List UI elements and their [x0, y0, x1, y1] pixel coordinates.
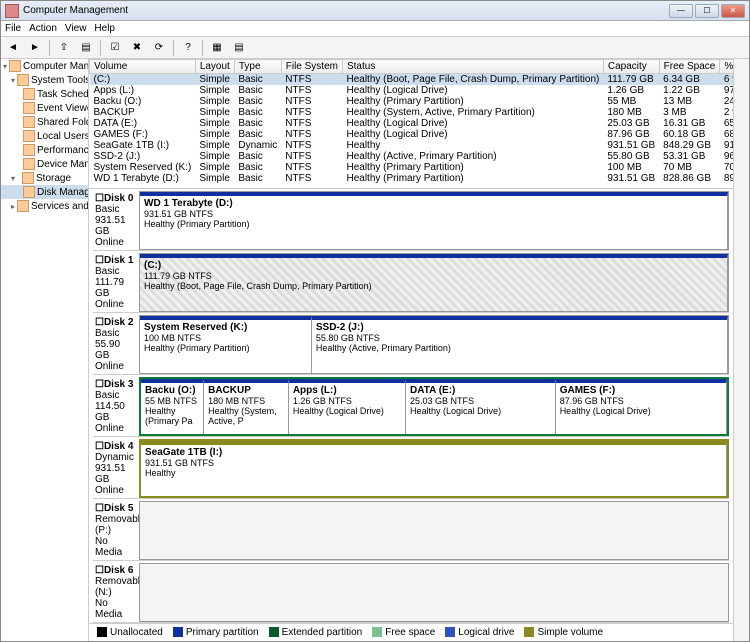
- rescan-icon[interactable]: ⟳: [149, 39, 169, 57]
- up-button[interactable]: ⇧: [54, 39, 74, 57]
- volume-row[interactable]: WD 1 Terabyte (D:)SimpleBasicNTFSHealthy…: [90, 173, 734, 184]
- volume-row[interactable]: BACKUPSimpleBasicNTFSHealthy (System, Ac…: [90, 107, 734, 118]
- partition[interactable]: BACKUP180 MB NTFSHealthy (System, Active…: [204, 379, 289, 434]
- menu-help[interactable]: Help: [94, 23, 115, 34]
- disk-info[interactable]: ☐Disk 4Dynamic931.51 GBOnline: [93, 439, 139, 498]
- column-header[interactable]: Free Space: [659, 60, 720, 74]
- legend-item: Free space: [372, 627, 435, 638]
- help-button[interactable]: ?: [178, 39, 198, 57]
- maximize-button[interactable]: ☐: [695, 4, 719, 18]
- column-header[interactable]: Volume: [90, 60, 196, 74]
- disk-info[interactable]: ☐Disk 6Removable (N:)No Media: [93, 563, 139, 622]
- menu-action[interactable]: Action: [29, 23, 57, 34]
- volume-row[interactable]: GAMES (F:)SimpleBasicNTFSHealthy (Logica…: [90, 129, 734, 140]
- disk-info[interactable]: ☐Disk 1Basic111.79 GBOnline: [93, 253, 139, 312]
- legend-item: Logical drive: [445, 627, 514, 638]
- partition[interactable]: WD 1 Terabyte (D:)931.51 GB NTFSHealthy …: [140, 192, 728, 249]
- disk-info[interactable]: ☐Disk 2Basic55.90 GBOnline: [93, 315, 139, 374]
- disk-info[interactable]: ☐Disk 0Basic931.51 GBOnline: [93, 191, 139, 250]
- delete-icon[interactable]: ✖: [127, 39, 147, 57]
- window-title: Computer Management: [23, 5, 669, 16]
- disk-info[interactable]: ☐Disk 5Removable (P:)No Media: [93, 501, 139, 560]
- titlebar: Computer Management — ☐ ✕: [1, 1, 749, 21]
- menubar: File Action View Help: [1, 21, 749, 37]
- volume-row[interactable]: DATA (E:)SimpleBasicNTFSHealthy (Logical…: [90, 118, 734, 129]
- volume-row[interactable]: SeaGate 1TB (I:)SimpleDynamicNTFSHealthy…: [90, 140, 734, 151]
- column-header[interactable]: File System: [281, 60, 342, 74]
- forward-button[interactable]: ►: [25, 39, 45, 57]
- tree-item[interactable]: Local Users and Groups: [1, 129, 88, 143]
- partition[interactable]: SeaGate 1TB (I:)931.51 GB NTFSHealthy: [141, 441, 727, 496]
- column-header[interactable]: Status: [342, 60, 603, 74]
- column-header[interactable]: % Free: [720, 60, 733, 74]
- legend-item: Extended partition: [269, 627, 363, 638]
- column-header[interactable]: Capacity: [603, 60, 659, 74]
- close-button[interactable]: ✕: [721, 4, 745, 18]
- partition[interactable]: (C:)111.79 GB NTFSHealthy (Boot, Page Fi…: [140, 254, 728, 311]
- tree-item[interactable]: Event Viewer: [1, 101, 88, 115]
- navigation-tree[interactable]: ▾Computer Management (Local) ▾System Too…: [1, 59, 89, 641]
- partition[interactable]: GAMES (F:)87.96 GB NTFSHealthy (Logical …: [556, 379, 727, 434]
- show-hide-tree-button[interactable]: ▤: [76, 39, 96, 57]
- volume-row[interactable]: System Reserved (K:)SimpleBasicNTFSHealt…: [90, 162, 734, 173]
- back-button[interactable]: ◄: [3, 39, 23, 57]
- legend-item: Simple volume: [524, 627, 603, 638]
- tree-item[interactable]: Shared Folders: [1, 115, 88, 129]
- partition[interactable]: Backu (O:)55 MB NTFSHealthy (Primary Pa: [141, 379, 204, 434]
- disk-graphical-view[interactable]: ☐Disk 0Basic931.51 GBOnlineWD 1 Terabyte…: [89, 189, 733, 623]
- window-controls: — ☐ ✕: [669, 4, 745, 18]
- volume-row[interactable]: Backu (O:)SimpleBasicNTFSHealthy (Primar…: [90, 96, 734, 107]
- disk-info[interactable]: ☐Disk 3Basic114.50 GBOnline: [93, 377, 139, 436]
- partition[interactable]: System Reserved (K:)100 MB NTFSHealthy (…: [140, 316, 312, 373]
- column-header[interactable]: Type: [234, 60, 281, 74]
- app-icon: [5, 4, 19, 18]
- volume-row[interactable]: (C:)SimpleBasicNTFSHealthy (Boot, Page F…: [90, 74, 734, 86]
- legend: Unallocated Primary partition Extended par…: [89, 623, 733, 641]
- legend-item: Unallocated: [97, 627, 163, 638]
- volume-list[interactable]: VolumeLayoutTypeFile SystemStatusCapacit…: [89, 59, 733, 189]
- partition[interactable]: SSD-2 (J:)55.80 GB NTFSHealthy (Active, …: [312, 316, 728, 373]
- tree-item[interactable]: ▾Storage: [1, 171, 88, 185]
- properties-icon[interactable]: ☑: [105, 39, 125, 57]
- minimize-button[interactable]: —: [669, 4, 693, 18]
- tree-item[interactable]: ▾System Tools: [1, 73, 88, 87]
- column-header[interactable]: Layout: [195, 60, 234, 74]
- legend-item: Primary partition: [173, 627, 259, 638]
- view-list-icon[interactable]: ▦: [207, 39, 227, 57]
- partition[interactable]: Apps (L:)1.26 GB NTFSHealthy (Logical Dr…: [289, 379, 406, 434]
- tree-item[interactable]: Device Manager: [1, 157, 88, 171]
- actions-pane-stub: [733, 59, 749, 641]
- tree-item[interactable]: ▸Services and Applications: [1, 199, 88, 213]
- partition[interactable]: DATA (E:)25.03 GB NTFSHealthy (Logical D…: [406, 379, 556, 434]
- menu-view[interactable]: View: [65, 23, 87, 34]
- tree-item[interactable]: Performance: [1, 143, 88, 157]
- volume-row[interactable]: SSD-2 (J:)SimpleBasicNTFSHealthy (Active…: [90, 151, 734, 162]
- menu-file[interactable]: File: [5, 23, 21, 34]
- tree-item[interactable]: Disk Management: [1, 185, 88, 199]
- toolbar: ◄ ► ⇧ ▤ ☑ ✖ ⟳ ? ▦ ▤: [1, 37, 749, 59]
- tree-root[interactable]: ▾Computer Management (Local): [1, 59, 88, 73]
- volume-row[interactable]: Apps (L:)SimpleBasicNTFSHealthy (Logical…: [90, 85, 734, 96]
- view-graphical-icon[interactable]: ▤: [229, 39, 249, 57]
- tree-item[interactable]: Task Scheduler: [1, 87, 88, 101]
